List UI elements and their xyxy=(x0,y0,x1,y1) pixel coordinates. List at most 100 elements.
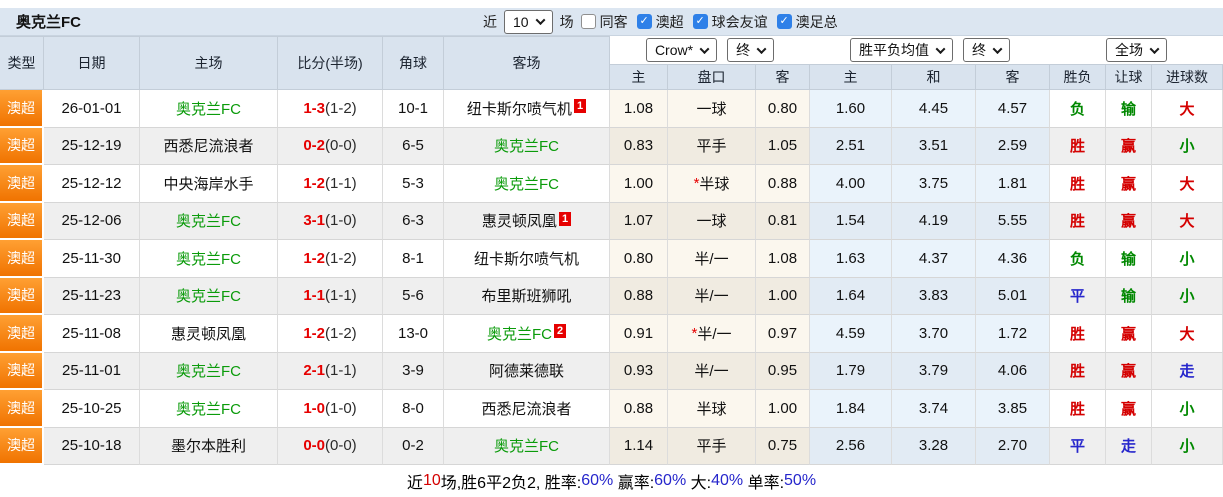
cell-avg-home: 1.63 xyxy=(810,240,892,278)
cell-result: 胜 xyxy=(1050,127,1106,165)
team-name: 中央海岸水手 xyxy=(163,175,254,193)
cell-avg-home: 4.00 xyxy=(810,165,892,203)
match-history-page: 奥克兰FC 近 10 场 同客 ✓ 澳超 ✓ 球会友谊 ✓ 澳足总 类型 日期 主场 比分(… xyxy=(0,0,1223,497)
rank-badge: 1 xyxy=(558,211,572,226)
scope-select[interactable]: 全场 xyxy=(1106,38,1167,62)
half-time-score: (1-1) xyxy=(325,287,357,305)
cell-odds-home: 0.88 xyxy=(610,390,668,428)
full-time-score: 0-0 xyxy=(303,437,325,455)
half-time-score: (0-0) xyxy=(325,137,357,155)
cell-corners: 13-0 xyxy=(383,315,444,353)
cell-league-type: 澳超 xyxy=(0,315,44,353)
col-header-handicap-result: 让球 xyxy=(1106,64,1152,90)
cell-odds-home: 0.88 xyxy=(610,277,668,315)
cell-odds-home: 0.83 xyxy=(610,127,668,165)
chevron-down-icon xyxy=(992,43,1003,54)
cell-handicap: 一球 xyxy=(668,90,756,128)
col-header-corner: 角球 xyxy=(383,36,444,90)
cell-handicap-result: 走 xyxy=(1106,427,1152,465)
cell-date: 25-10-18 xyxy=(44,427,140,465)
cell-avg-home: 1.64 xyxy=(810,277,892,315)
avg-odds-controls: 胜平负均值 终 xyxy=(810,36,1050,64)
cell-home-team: 奥克兰FC xyxy=(140,352,278,390)
cell-away-team: 奥克兰FC xyxy=(444,427,610,465)
cell-home-team: 西悉尼流浪者 xyxy=(140,127,278,165)
team-name: 西悉尼流浪者 xyxy=(481,400,572,418)
cell-handicap-result: 赢 xyxy=(1106,352,1152,390)
half-time-score: (1-1) xyxy=(325,362,357,380)
cell-avg-home: 1.84 xyxy=(810,390,892,428)
cell-league-type: 澳超 xyxy=(0,352,44,390)
cell-home-team: 墨尔本胜利 xyxy=(140,427,278,465)
half-time-score: (0-0) xyxy=(325,437,357,455)
cell-goals-result: 大 xyxy=(1152,165,1223,203)
cell-odds-away: 0.95 xyxy=(756,352,810,390)
cell-avg-draw: 3.74 xyxy=(892,390,976,428)
col-header-away: 客场 xyxy=(444,36,610,90)
checkbox-checked-icon[interactable]: ✓ xyxy=(692,14,708,29)
cell-goals-result: 大 xyxy=(1152,90,1223,128)
checkbox-unchecked-icon[interactable] xyxy=(580,14,596,29)
cell-result: 负 xyxy=(1050,240,1106,278)
cell-odds-home: 0.80 xyxy=(610,240,668,278)
odds-company-select[interactable]: Crow* xyxy=(645,38,718,62)
cell-home-team: 奥克兰FC xyxy=(140,390,278,428)
col-header-handicap: 盘口 xyxy=(668,64,756,90)
summary-segment: 场,胜6平2负2, 胜率: xyxy=(440,475,582,492)
cell-date: 26-01-01 xyxy=(44,90,140,128)
cell-away-team: 布里斯班狮吼 xyxy=(444,277,610,315)
checkbox-checked-icon[interactable]: ✓ xyxy=(776,14,792,29)
cell-odds-away: 0.97 xyxy=(756,315,810,353)
chevron-down-icon xyxy=(935,43,946,54)
odds-time-select[interactable]: 终 xyxy=(727,38,775,62)
cell-avg-away: 3.85 xyxy=(976,390,1050,428)
cell-date: 25-11-23 xyxy=(44,277,140,315)
cell-score: 0-0 (0-0) xyxy=(278,427,383,465)
filter-checked[interactable]: ✓ 澳足总 xyxy=(776,12,838,32)
cell-handicap: 半/一 xyxy=(668,277,756,315)
cell-handicap-result: 输 xyxy=(1106,240,1152,278)
team-name: 惠灵顿凤凰 xyxy=(170,325,246,343)
focus-team-name: 奥克兰FC xyxy=(176,400,241,418)
filter-checked[interactable]: ✓ 球会友谊 xyxy=(692,12,768,32)
cell-score: 1-2 (1-2) xyxy=(278,240,383,278)
team-name: 墨尔本胜利 xyxy=(170,438,246,456)
col-header-date: 日期 xyxy=(44,36,140,90)
checkbox-checked-icon[interactable]: ✓ xyxy=(636,14,652,29)
games-count-select[interactable]: 10 xyxy=(504,9,553,34)
cell-avg-away: 5.01 xyxy=(976,277,1050,315)
cell-result: 平 xyxy=(1050,277,1106,315)
avg-odds-select[interactable]: 胜平负均值 xyxy=(850,38,953,62)
filter-label: 球会友谊 xyxy=(711,13,768,30)
cell-result: 胜 xyxy=(1050,352,1106,390)
col-header-goals: 进球数 xyxy=(1152,64,1223,90)
half-time-score: (1-2) xyxy=(325,99,357,117)
cell-score: 1-0 (1-0) xyxy=(278,390,383,428)
cell-league-type: 澳超 xyxy=(0,90,44,128)
cell-handicap: 平手 xyxy=(668,127,756,165)
cell-score: 0-2 (0-0) xyxy=(278,127,383,165)
cell-handicap-result: 赢 xyxy=(1106,315,1152,353)
chevron-down-icon xyxy=(535,15,546,26)
avg-time-select[interactable]: 终 xyxy=(963,38,1010,62)
cell-league-type: 澳超 xyxy=(0,427,44,465)
cell-avg-home: 1.79 xyxy=(810,352,892,390)
summary-segment: 50% xyxy=(784,472,817,489)
cell-away-team: 奥克兰FC xyxy=(444,127,610,165)
filter-label: 同客 xyxy=(599,13,628,30)
col-header-score: 比分(半场) xyxy=(278,36,383,90)
full-time-score: 0-2 xyxy=(303,137,325,155)
cell-goals-result: 小 xyxy=(1152,127,1223,165)
full-time-score: 1-2 xyxy=(303,249,325,267)
cell-date: 25-12-06 xyxy=(44,202,140,240)
full-time-score: 1-0 xyxy=(303,399,325,417)
cell-goals-result: 小 xyxy=(1152,277,1223,315)
summary-segment: 10 xyxy=(422,472,441,489)
half-time-score: (1-0) xyxy=(325,399,357,417)
cell-avg-away: 2.59 xyxy=(976,127,1050,165)
filter-checked[interactable]: ✓ 澳超 xyxy=(636,12,684,32)
cell-result: 胜 xyxy=(1050,165,1106,203)
filter-unchecked[interactable]: 同客 xyxy=(580,12,628,32)
cell-score: 1-1 (1-1) xyxy=(278,277,383,315)
cell-avg-home: 1.60 xyxy=(810,90,892,128)
